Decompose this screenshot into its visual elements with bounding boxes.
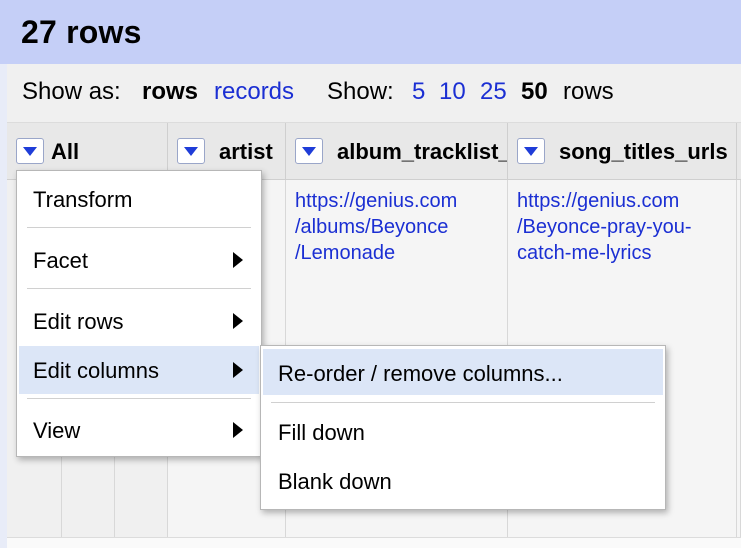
column-menu-dropdown-icon[interactable] [177, 138, 205, 164]
show-label: Show: [327, 78, 394, 105]
records-mode-link[interactable]: records [214, 78, 294, 106]
page-size-50[interactable]: 50 [521, 78, 548, 106]
submenu-arrow-icon [233, 422, 243, 438]
menu-item-label: Transform [33, 187, 133, 212]
next-data-row [7, 537, 741, 548]
page-size-5[interactable]: 5 [412, 78, 425, 106]
show-as-label: Show as: [22, 78, 121, 105]
column-name: artist [219, 139, 273, 164]
column-header-album-tracklist: album_tracklist_ [286, 123, 508, 179]
submenu-item-blank-down[interactable]: Blank down [263, 459, 663, 503]
menu-separator [27, 227, 251, 228]
menu-separator [27, 288, 251, 289]
next-cell [737, 180, 741, 537]
submenu-arrow-icon [233, 313, 243, 329]
row-count-title: 27 rows [21, 14, 142, 50]
column-name: All [51, 139, 80, 164]
edit-columns-submenu: Re-order / remove columns... Fill down B… [260, 345, 666, 510]
column-menu-dropdown-icon[interactable] [16, 138, 44, 164]
column-header-next [737, 123, 741, 179]
song-titles-url-link[interactable]: https://genius.com /Beyonce-pray-you- ca… [517, 188, 692, 266]
submenu-arrow-icon [233, 252, 243, 268]
column-dropdown-menu: Transform Facet Edit rows Edit columns V… [16, 170, 262, 457]
column-menu-dropdown-icon[interactable] [517, 138, 545, 164]
menu-item-view[interactable]: View [19, 408, 259, 452]
column-header-song-titles-urls: song_titles_urls [508, 123, 737, 179]
submenu-item-label: Fill down [278, 420, 365, 445]
menu-item-label: View [33, 418, 81, 443]
menu-separator [271, 402, 655, 403]
column-name: song_titles_urls [559, 139, 728, 164]
column-name: album_tracklist_ [337, 139, 508, 164]
page-size-25[interactable]: 25 [480, 78, 507, 106]
album-tracklist-link[interactable]: https://genius.com /albums/Beyonce /Lemo… [295, 188, 457, 266]
menu-separator [27, 398, 251, 399]
menu-item-label: Edit rows [33, 309, 124, 334]
menu-item-transform[interactable]: Transform [19, 177, 259, 221]
submenu-item-fill-down[interactable]: Fill down [263, 410, 663, 454]
menu-item-label: Facet [33, 248, 89, 273]
menu-item-edit-rows[interactable]: Edit rows [19, 299, 259, 343]
view-options-bar: Show as: rows records Show: 5 10 25 50 r… [7, 64, 741, 123]
title-bar: 27 rows [0, 0, 741, 64]
menu-item-facet[interactable]: Facet [19, 238, 259, 282]
submenu-item-label: Re-order / remove columns... [278, 361, 563, 386]
submenu-item-label: Blank down [278, 469, 392, 494]
submenu-item-reorder-remove-columns[interactable]: Re-order / remove columns... [263, 349, 663, 395]
menu-item-edit-columns[interactable]: Edit columns [19, 346, 259, 394]
column-menu-dropdown-icon[interactable] [295, 138, 323, 164]
menu-item-label: Edit columns [33, 358, 159, 383]
rows-mode-option[interactable]: rows [142, 78, 198, 106]
submenu-arrow-icon [233, 362, 243, 378]
page-size-10[interactable]: 10 [439, 78, 466, 106]
rows-suffix: rows [563, 78, 614, 105]
